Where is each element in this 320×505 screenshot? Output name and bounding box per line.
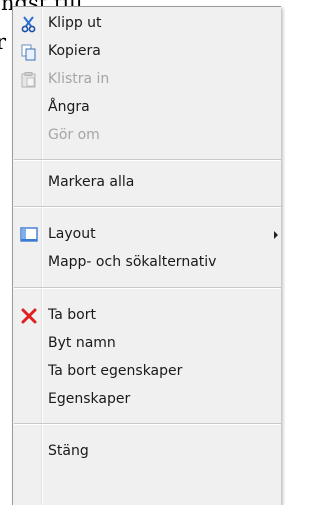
menu-item-undo[interactable]: Ångra <box>15 95 281 121</box>
submenu-arrow-icon <box>274 231 278 239</box>
menu-item-label: Ta bort egenskaper <box>48 363 183 379</box>
menu-item-layout[interactable]: Layout <box>15 222 281 248</box>
menu-item-label: Byt namn <box>48 335 116 351</box>
delete-icon <box>20 307 38 325</box>
menu-item-label: Klipp ut <box>48 15 102 31</box>
menu-separator <box>14 159 281 161</box>
menu-item-label: Ångra <box>48 99 90 115</box>
layout-icon <box>20 226 38 244</box>
menu-separator <box>14 423 281 425</box>
menu-item-paste[interactable]: Klistra in <box>15 67 281 93</box>
menu-item-label: Markera alla <box>48 174 135 190</box>
copy-icon <box>20 43 38 61</box>
context-menu: Klipp ut Kopiera Klistra in Ångra Gör om… <box>12 6 281 505</box>
background-text-line-2: r <box>0 30 7 54</box>
menu-item-rename[interactable]: Byt namn <box>15 331 281 357</box>
paste-icon <box>20 71 38 89</box>
menu-item-label: Kopiera <box>48 43 101 59</box>
menu-separator <box>14 287 281 289</box>
menu-item-label: Klistra in <box>48 71 110 87</box>
menu-item-copy[interactable]: Kopiera <box>15 39 281 65</box>
menu-separator <box>14 206 281 208</box>
scissors-icon <box>20 15 38 33</box>
menu-item-label: Ta bort <box>48 307 96 323</box>
menu-item-cut[interactable]: Klipp ut <box>15 11 281 37</box>
menu-item-remove-properties[interactable]: Ta bort egenskaper <box>15 359 281 385</box>
menu-item-delete[interactable]: Ta bort <box>15 303 281 329</box>
menu-item-label: Egenskaper <box>48 391 131 407</box>
menu-item-select-all[interactable]: Markera alla <box>15 170 281 196</box>
menu-item-close[interactable]: Stäng <box>15 439 281 465</box>
menu-item-label: Gör om <box>48 127 100 143</box>
menu-item-label: Mapp- och sökalternativ <box>48 254 217 270</box>
menu-item-folder-options[interactable]: Mapp- och sökalternativ <box>15 250 281 276</box>
menu-item-label: Stäng <box>48 443 89 459</box>
menu-item-redo[interactable]: Gör om <box>15 123 281 149</box>
menu-item-label: Layout <box>48 226 96 242</box>
menu-item-properties[interactable]: Egenskaper <box>15 387 281 413</box>
